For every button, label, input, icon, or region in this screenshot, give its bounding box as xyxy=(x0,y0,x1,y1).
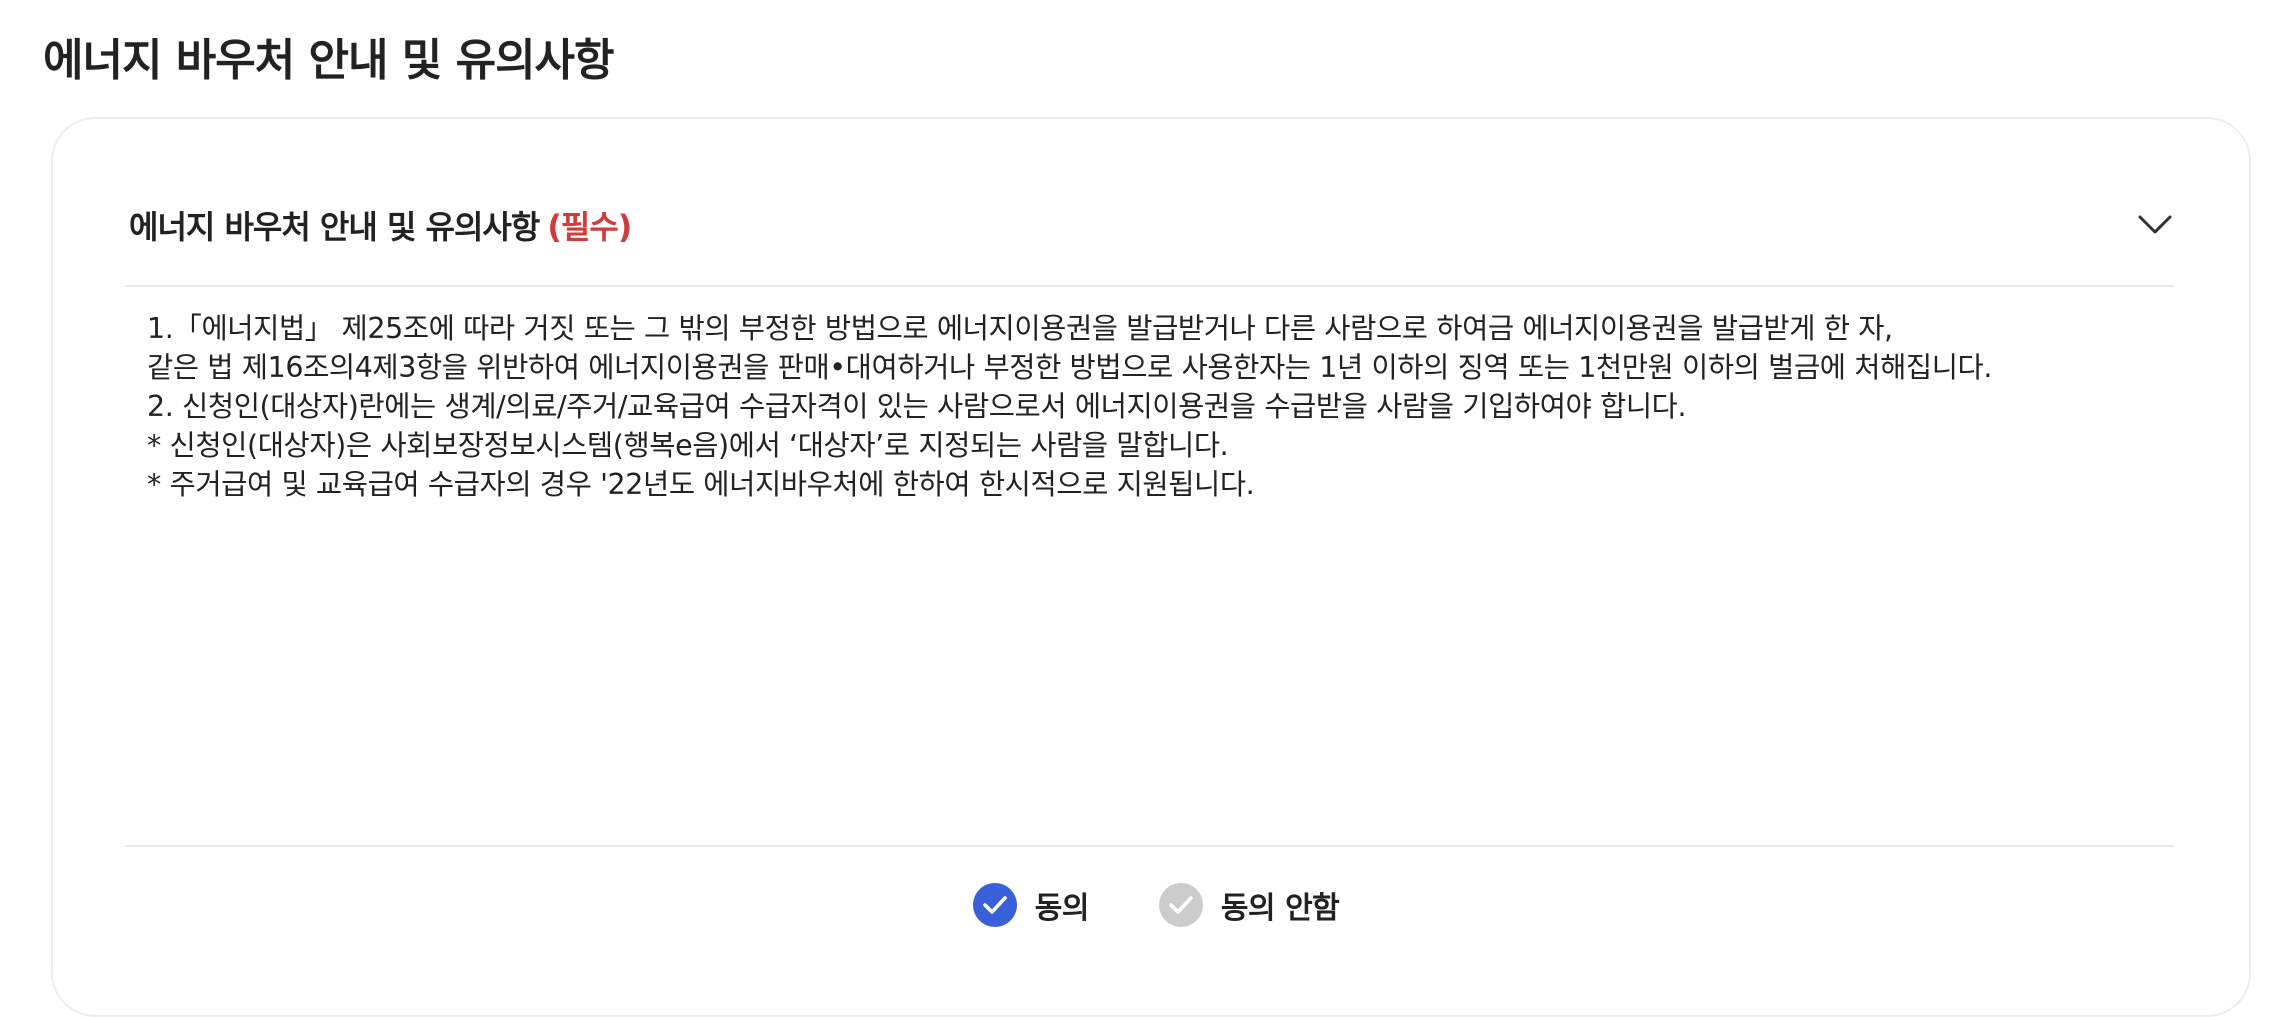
notice-line: 같은 법 제16조의4제3항을 위반하여 에너지이용권을 판매•대여하거나 부정… xyxy=(147,351,1993,384)
content-divider xyxy=(125,845,2175,847)
notice-line: * 주거급여 및 교육급여 수급자의 경우 '22년도 에너지바우처에 한하여 … xyxy=(147,468,1255,501)
chevron-down-icon[interactable] xyxy=(2133,203,2177,247)
notice-content: 1.「에너지법」 제25조에 따라 거짓 또는 그 밖의 부정한 방법으로 에너… xyxy=(147,309,2177,829)
notice-line: 2. 신청인(대상자)란에는 생계/의료/주거/교육급여 수급자격이 있는 사람… xyxy=(147,390,1687,423)
disagree-radio[interactable]: 동의 안함 xyxy=(1158,883,1340,927)
notice-title: 에너지 바우처 안내 및 유의사항 (필수) xyxy=(129,202,632,248)
notice-card: 에너지 바우처 안내 및 유의사항 (필수) 1.「에너지법」 제25조에 따라 … xyxy=(51,117,2251,1017)
check-circle-icon[interactable] xyxy=(1158,883,1203,927)
notice-accordion-header[interactable]: 에너지 바우처 안내 및 유의사항 (필수) xyxy=(129,193,2173,257)
disagree-label[interactable]: 동의 안함 xyxy=(1221,883,1340,927)
consent-radio-group: 동의 동의 안함 xyxy=(53,883,2249,927)
agree-label[interactable]: 동의 xyxy=(1035,883,1090,927)
agree-radio[interactable]: 동의 xyxy=(972,883,1090,927)
check-circle-icon[interactable] xyxy=(972,883,1017,927)
notice-line: 1.「에너지법」 제25조에 따라 거짓 또는 그 밖의 부정한 방법으로 에너… xyxy=(147,312,1893,345)
notice-title-text: 에너지 바우처 안내 및 유의사항 xyxy=(129,208,540,246)
header-divider xyxy=(125,285,2175,287)
notice-line: * 신청인(대상자)은 사회보장정보시스템(행복e음)에서 ‘대상자’로 지정되… xyxy=(147,429,1229,462)
page-title: 에너지 바우처 안내 및 유의사항 xyxy=(43,35,615,86)
required-label: (필수) xyxy=(547,208,632,246)
